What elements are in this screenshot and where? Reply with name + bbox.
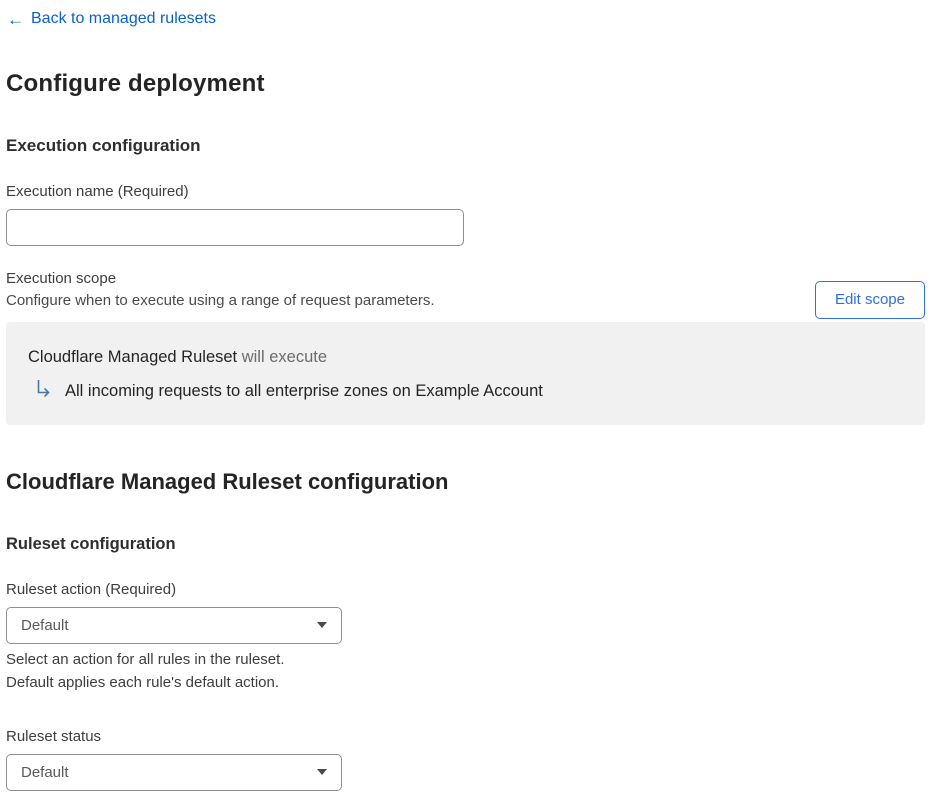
ruleset-action-help-line1: Select an action for all rules in the ru… bbox=[6, 650, 285, 668]
ruleset-configuration-main-heading: Cloudflare Managed Ruleset configuration bbox=[6, 468, 449, 494]
ruleset-action-label: Ruleset action (Required) bbox=[6, 580, 177, 598]
chevron-down-icon bbox=[317, 622, 327, 628]
back-link-label: Back to managed rulesets bbox=[31, 10, 216, 27]
back-to-managed-rulesets-link[interactable]: ← Back to managed rulesets bbox=[7, 10, 216, 28]
execution-scope-description: Configure when to execute using a range … bbox=[6, 291, 435, 309]
edit-scope-button[interactable]: Edit scope bbox=[814, 280, 925, 319]
ruleset-action-selected-value: Default bbox=[21, 616, 69, 634]
execution-configuration-heading: Execution configuration bbox=[6, 135, 201, 155]
scope-summary-target: All incoming requests to all enterprise … bbox=[65, 381, 543, 400]
elbow-arrow-icon bbox=[33, 378, 55, 405]
chevron-down-icon bbox=[317, 769, 327, 775]
scope-summary-suffix: will execute bbox=[237, 347, 328, 366]
scope-summary-target-row: All incoming requests to all enterprise … bbox=[28, 378, 903, 405]
ruleset-action-select[interactable]: Default bbox=[6, 606, 342, 644]
configure-deployment-page: ← Back to managed rulesets Configure dep… bbox=[0, 0, 931, 793]
ruleset-status-select[interactable]: Default bbox=[6, 753, 342, 791]
execution-scope-label: Execution scope bbox=[6, 269, 117, 287]
back-arrow-icon: ← bbox=[7, 9, 24, 29]
execution-name-label: Execution name (Required) bbox=[6, 182, 189, 200]
page-title: Configure deployment bbox=[6, 69, 265, 97]
scope-summary-heading: Cloudflare Managed Ruleset will execute bbox=[28, 348, 903, 367]
ruleset-action-help-line2: Default applies each rule's default acti… bbox=[6, 673, 280, 691]
ruleset-status-selected-value: Default bbox=[21, 763, 69, 781]
scope-summary-box: Cloudflare Managed Ruleset will execute … bbox=[6, 321, 925, 425]
ruleset-status-label: Ruleset status bbox=[6, 727, 102, 745]
execution-name-input[interactable] bbox=[6, 208, 464, 246]
ruleset-configuration-subheading: Ruleset configuration bbox=[6, 534, 176, 553]
execution-scope-row: Execution scope Configure when to execut… bbox=[6, 269, 925, 319]
scope-summary-ruleset-name: Cloudflare Managed Ruleset bbox=[28, 347, 238, 366]
